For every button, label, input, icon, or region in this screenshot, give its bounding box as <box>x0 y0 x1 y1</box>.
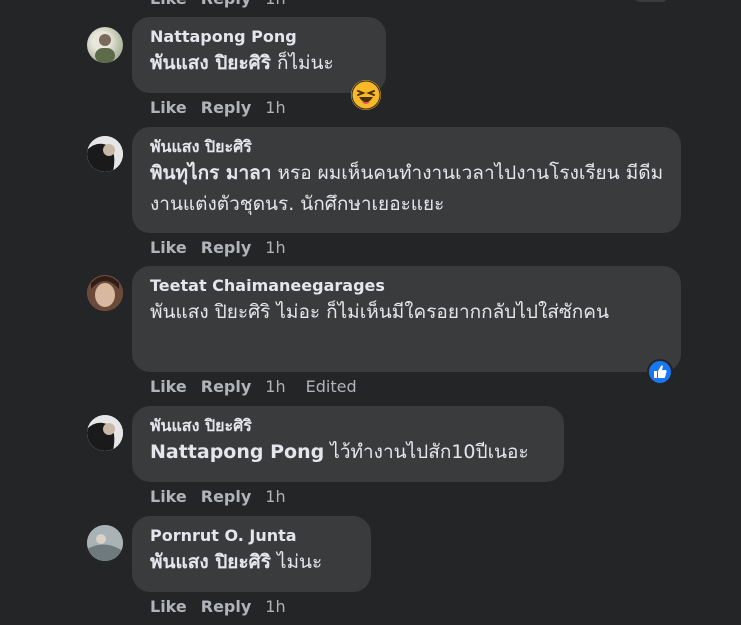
like-link[interactable]: Like <box>150 238 187 257</box>
comment-text: พินทุไกร มาลา หรอ ผมเห็นคนทำงานเวลาไปงาน… <box>150 158 667 220</box>
scroll-handle[interactable] <box>634 0 668 2</box>
like-link[interactable]: Like <box>150 377 187 396</box>
timestamp[interactable]: 1h <box>265 238 285 257</box>
avatar[interactable] <box>87 275 123 311</box>
like-link[interactable]: Like <box>150 597 187 616</box>
mention-link[interactable]: พินทุไกร มาลา <box>150 162 271 184</box>
timestamp[interactable]: 1h <box>265 377 285 396</box>
edited-label[interactable]: Edited <box>306 377 357 396</box>
comment-text: พันแสง ปิยะศิริ ไม่นะ <box>150 547 357 578</box>
thumbs-up <box>654 365 667 378</box>
comment-author[interactable]: พันแสง ปิยะศิริ <box>150 415 550 437</box>
mention-link[interactable]: พันแสง ปิยะศิริ <box>150 52 271 74</box>
comment-bubble: Nattapong Pong พันแสง ปิยะศิริ ก็ไม่นะ <box>132 17 386 93</box>
avatar[interactable] <box>87 27 123 63</box>
avatar[interactable] <box>87 136 123 172</box>
comment-bubble: Pornrut O. Junta พันแสง ปิยะศิริ ไม่นะ <box>132 516 371 592</box>
previous-comment-actions: Like Reply 1h <box>150 0 300 8</box>
laughing-emoji-icon[interactable] <box>351 80 381 110</box>
comment-actions: Like Reply 1h <box>150 98 300 117</box>
comment-bubble: พันแสง ปิยะศิริ Nattapong Pong ไว้ทำงานไ… <box>132 406 564 482</box>
avatar-image <box>87 275 123 311</box>
comment-text: พันแสง ปิยะศิริ ก็ไม่นะ <box>150 48 372 79</box>
like-link[interactable]: Like <box>150 0 187 8</box>
like-thumb-icon[interactable] <box>647 359 673 385</box>
mention-link[interactable]: Nattapong Pong <box>150 441 324 463</box>
comment-thread: Like Reply 1h Nattapong Pong พันแสง ปิยะศิ… <box>0 0 741 625</box>
comment-actions: Like Reply 1h <box>150 487 300 506</box>
avatar-image <box>87 136 123 172</box>
comment-author[interactable]: Nattapong Pong <box>150 26 372 48</box>
laughing-face <box>351 80 381 110</box>
timestamp[interactable]: 1h <box>265 597 285 616</box>
reply-link[interactable]: Reply <box>201 238 252 257</box>
comment-author[interactable]: Pornrut O. Junta <box>150 525 357 547</box>
reply-link[interactable]: Reply <box>201 487 252 506</box>
mention-link[interactable]: พันแสง ปิยะศิริ <box>150 551 271 573</box>
avatar[interactable] <box>87 415 123 451</box>
comment-actions: Like Reply 1h Edited <box>150 377 371 396</box>
timestamp[interactable]: 1h <box>265 487 285 506</box>
comment-actions: Like Reply 1h <box>150 238 300 257</box>
timestamp[interactable]: 1h <box>265 98 285 117</box>
avatar-image <box>95 34 115 63</box>
reply-link[interactable]: Reply <box>201 0 252 8</box>
comment-author[interactable]: Teetat Chaimaneegarages <box>150 275 667 297</box>
timestamp[interactable]: 1h <box>265 0 285 8</box>
reply-link[interactable]: Reply <box>201 98 252 117</box>
comment-body: ก็ไม่นะ <box>270 52 334 74</box>
reply-link[interactable]: Reply <box>201 597 252 616</box>
comment-body: ไว้ทำงานไปสัก10ปีเนอะ <box>324 441 529 463</box>
like-link[interactable]: Like <box>150 98 187 117</box>
comment-author[interactable]: พันแสง ปิยะศิริ <box>150 136 667 158</box>
comment-text: พันแสง ปิยะศิริ ไม่อะ ก็ไม่เห็นมีใครอยาก… <box>150 301 609 323</box>
like-link[interactable]: Like <box>150 487 187 506</box>
comment-text: Nattapong Pong ไว้ทำงานไปสัก10ปีเนอะ <box>150 437 550 468</box>
comment-bubble: Teetat Chaimaneegarages พันแสง ปิยะศิริ … <box>132 266 681 372</box>
avatar-image <box>87 415 123 451</box>
avatar[interactable] <box>87 525 123 561</box>
avatar-image <box>87 525 123 561</box>
comment-actions: Like Reply 1h <box>150 597 300 616</box>
comment-body: ไม่นะ <box>270 551 323 573</box>
comment-bubble: พันแสง ปิยะศิริ พินทุไกร มาลา หรอ ผมเห็น… <box>132 127 681 233</box>
reply-link[interactable]: Reply <box>201 377 252 396</box>
